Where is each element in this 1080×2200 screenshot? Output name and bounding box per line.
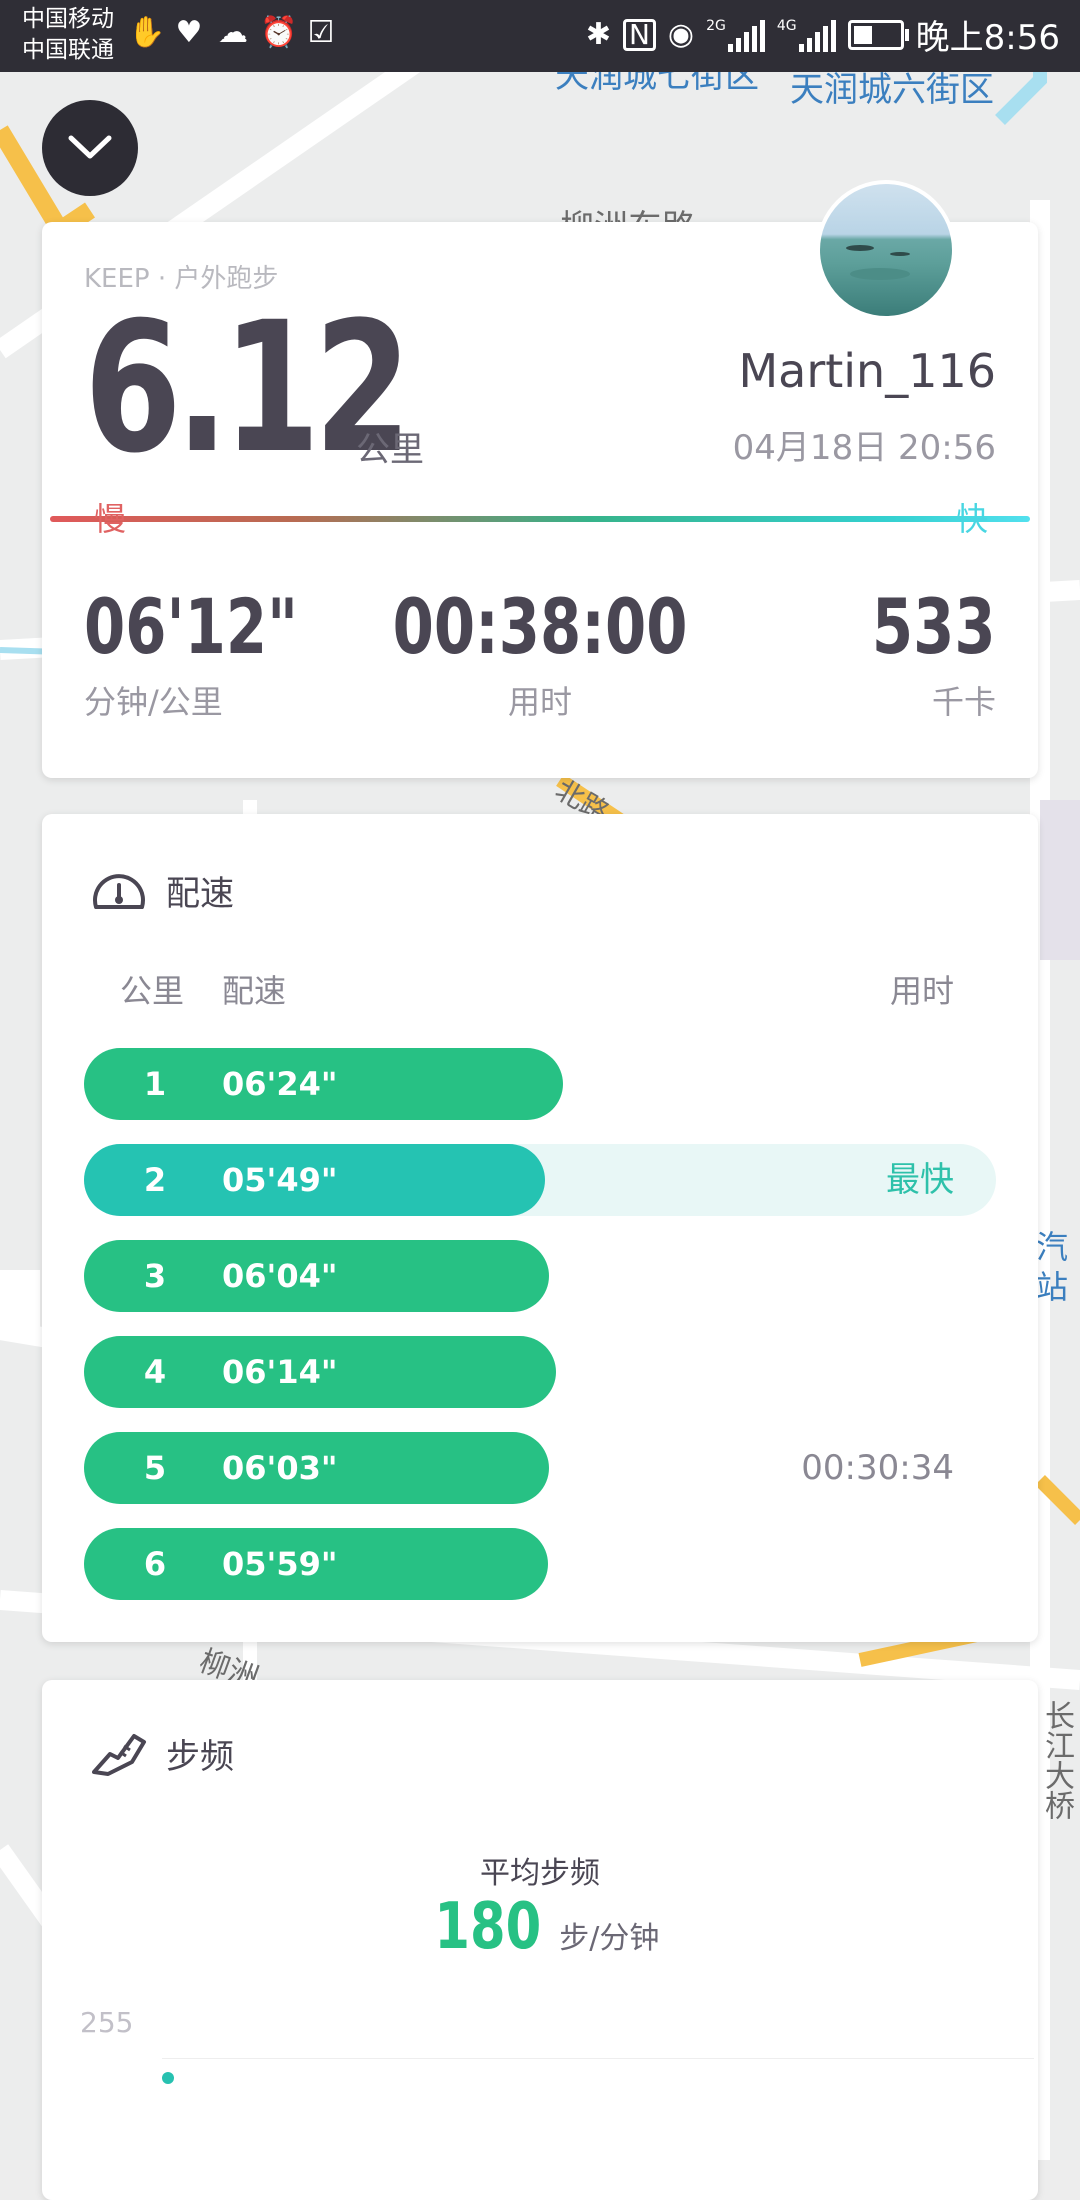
activity-datetime: 04月18日 20:56 <box>732 428 996 468</box>
eye-icon: ◉ <box>667 17 695 52</box>
notification-icons: ✋ ♥ ☁ ⏰ ☑ <box>128 16 338 50</box>
calories-label: 千卡 <box>931 683 996 721</box>
km-number: 5 <box>143 1449 167 1487</box>
pace-value: 06'04" <box>222 1257 338 1295</box>
carrier-2: 中国联通 <box>22 37 114 63</box>
network-type-2: 4G <box>776 17 797 34</box>
km-number: 2 <box>143 1161 167 1199</box>
pace-card: 配速 公里 配速 用时 1 06'24" 2 05'49" 最快 3 06'04… <box>42 814 1038 1642</box>
pace-header: 配速 <box>90 866 234 915</box>
avatar[interactable] <box>816 180 956 320</box>
col-pace: 配速 <box>222 972 287 1010</box>
signal-1: 2G <box>706 18 765 52</box>
pace-row[interactable]: 5 06'03" 00:30:34 <box>84 1432 996 1504</box>
col-time: 用时 <box>889 972 954 1010</box>
km-number: 1 <box>143 1065 167 1103</box>
cadence-point <box>162 2072 174 2084</box>
duration-value: 00:38:00 <box>392 582 688 671</box>
avg-cadence-label: 平均步频 <box>480 1856 600 1891</box>
signal-bars-icon <box>727 18 765 52</box>
system-status: ✱ N ◉ 2G 4G 晚上8:56 <box>586 10 1060 59</box>
pace-value: 06'14" <box>222 1353 338 1391</box>
map-label: 长江大桥 <box>1039 1700 1074 1820</box>
signal-2: 4G <box>777 18 836 52</box>
pace-row[interactable]: 1 06'24" <box>84 1048 996 1120</box>
speedometer-icon <box>93 873 145 909</box>
bluetooth-icon: ✱ <box>585 17 611 52</box>
pace-value: 05'49" <box>222 1161 338 1199</box>
km-number: 4 <box>143 1353 167 1391</box>
carrier-info: 中国移动 中国联通 <box>22 4 114 66</box>
clipboard-icon: ☑ <box>307 15 335 50</box>
elapsed-time: 00:30:34 <box>801 1448 954 1488</box>
battery-icon <box>847 19 909 50</box>
chevron-down-icon <box>68 135 112 159</box>
summary-card: KEEP · 户外跑步 6.12 公里 Martin_116 04月18日 20… <box>42 180 1038 778</box>
signal-bars-icon <box>798 18 836 52</box>
pace-row[interactable]: 3 06'04" <box>84 1240 996 1312</box>
slow-label: 慢 <box>94 500 127 538</box>
km-number: 3 <box>143 1257 167 1295</box>
carrier-1: 中国移动 <box>22 6 114 32</box>
heart-icon: ♥ <box>175 15 203 50</box>
pace-title: 配速 <box>166 874 234 914</box>
avg-cadence-unit: 步/分钟 <box>559 1921 660 1956</box>
pace-value: 06'03" <box>222 1449 338 1487</box>
avg-cadence: 180 步/分钟 <box>42 1890 1038 1964</box>
fastest-tag: 最快 <box>886 1160 954 1200</box>
cadence-y-tick: 255 <box>80 2006 134 2039</box>
collapse-button[interactable] <box>42 100 138 196</box>
cadence-card: 步频 平均步频 180 步/分钟 255 <box>42 1680 1038 2200</box>
pace-row-fastest[interactable]: 2 05'49" 最快 <box>84 1144 996 1216</box>
hand-icon: ✋ <box>128 15 166 50</box>
cadence-header: 步频 <box>90 1728 234 1778</box>
fast-label: 快 <box>955 500 988 538</box>
speed-gradient-bar <box>50 516 1030 522</box>
network-type-1: 2G <box>706 17 726 34</box>
cadence-title: 步频 <box>166 1736 234 1777</box>
username: Martin_116 <box>738 344 996 398</box>
shoe-icon <box>92 1734 146 1776</box>
status-bar: 中国移动 中国联通 ✋ ♥ ☁ ⏰ ☑ ✱ N ◉ 2G 4G 晚上8:56 <box>0 0 1080 72</box>
col-km: 公里 <box>120 972 185 1010</box>
avatar-photo <box>820 184 952 316</box>
map-label: 站 <box>1036 1268 1069 1306</box>
avatar-image <box>846 245 910 280</box>
pace-row[interactable]: 4 06'14" <box>84 1336 996 1408</box>
clock: 晚上8:56 <box>915 18 1060 58</box>
avg-cadence-value: 180 <box>433 1890 541 1964</box>
calories-value: 533 <box>872 582 996 671</box>
cadence-gridline <box>162 2058 1034 2059</box>
stat-calories: 533 千卡 <box>837 582 996 723</box>
distance-unit: 公里 <box>356 430 424 470</box>
alarm-icon: ⏰ <box>260 15 298 50</box>
km-number: 6 <box>143 1545 167 1583</box>
pace-row[interactable]: 6 05'59" <box>84 1528 996 1600</box>
pace-value: 06'24" <box>222 1065 338 1103</box>
pace-value: 05'59" <box>222 1545 338 1583</box>
nfc-icon: N <box>622 18 656 51</box>
wechat-icon: ☁ <box>218 15 248 50</box>
